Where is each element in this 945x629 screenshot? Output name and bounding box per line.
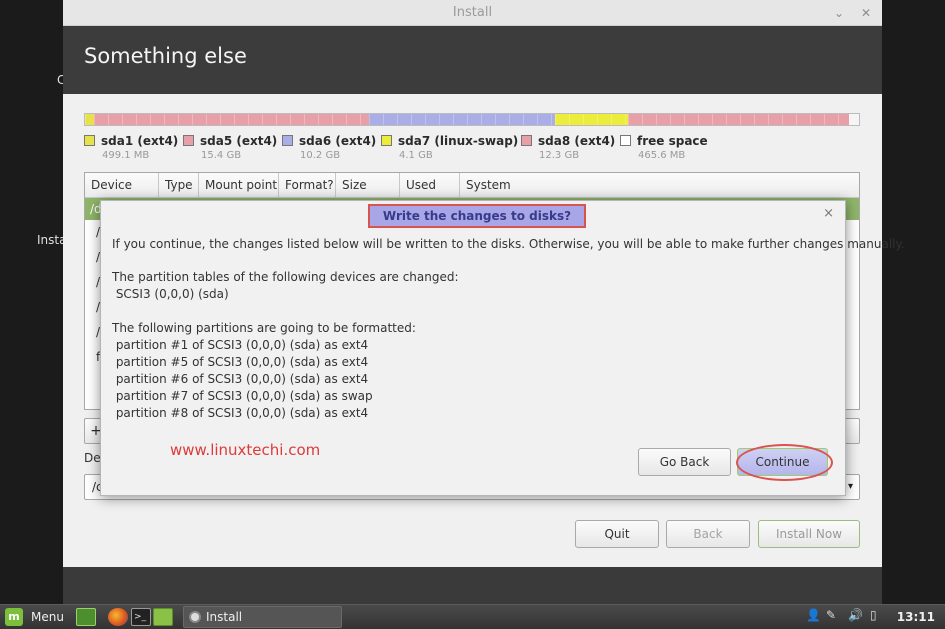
show-desktop-icon[interactable] <box>76 608 96 626</box>
dialog-intro: If you continue, the changes listed belo… <box>112 237 905 251</box>
legend-item: sda1 (ext4) 499.1 MB <box>84 134 183 161</box>
format-item: partition #1 of SCSI3 (0,0,0) (sda) as e… <box>112 338 369 352</box>
volume-icon[interactable]: 🔊 <box>848 608 863 622</box>
legend-swatch <box>381 135 392 146</box>
legend-name: sda7 (linux-swap) <box>398 134 519 148</box>
terminal-icon[interactable]: >_ <box>131 608 151 626</box>
legend-size: 15.4 GB <box>201 150 242 161</box>
menu-button[interactable]: m Menu <box>5 608 64 626</box>
legend-swatch <box>521 135 532 146</box>
legend-item: sda8 (ext4) 12.3 GB <box>521 134 620 161</box>
progress-footer <box>63 567 882 611</box>
install-now-button[interactable]: Install Now <box>758 520 860 548</box>
battery-icon[interactable]: ▯ <box>870 608 877 622</box>
format-item: partition #5 of SCSI3 (0,0,0) (sda) as e… <box>112 355 369 369</box>
taskbar-item-install[interactable]: Install <box>183 606 342 628</box>
legend-size: 4.1 GB <box>399 150 433 161</box>
partition-segment <box>848 114 859 125</box>
table-header: Device Type Mount point Format? Size Use… <box>85 173 859 198</box>
menu-label: Menu <box>31 610 64 624</box>
format-heading: The following partitions are going to be… <box>112 321 416 335</box>
legend-name: sda1 (ext4) <box>101 134 179 148</box>
installer-icon <box>189 611 201 623</box>
legend-name: sda8 (ext4) <box>538 134 616 148</box>
column-mount-point[interactable]: Mount point <box>199 173 279 197</box>
write-changes-dialog: Write the changes to disks? × If you con… <box>100 200 905 496</box>
task-label: Install <box>206 610 243 624</box>
dialog-title: Write the changes to disks? <box>368 204 586 228</box>
tools-icon[interactable]: ✎ <box>826 608 836 622</box>
legend-item: sda7 (linux-swap) 4.1 GB <box>381 134 521 161</box>
partition-segment <box>628 114 849 125</box>
window-titlebar[interactable]: Install ⌄ ✕ <box>63 0 882 26</box>
window-close-icon[interactable]: ✕ <box>861 0 871 26</box>
tables-heading: The partition tables of the following de… <box>112 270 459 284</box>
watermark-text: www.linuxtechi.com <box>170 441 321 459</box>
partition-segment <box>554 114 629 125</box>
taskbar: m Menu >_ Install 👤 ✎ 🔊 ▯ 13:11 <box>0 604 945 629</box>
legend-swatch <box>282 135 293 146</box>
back-button[interactable]: Back <box>666 520 750 548</box>
partition-segment <box>369 114 555 125</box>
files-icon[interactable] <box>153 608 173 626</box>
legend-item: sda5 (ext4) 15.4 GB <box>183 134 282 161</box>
legend-size: 12.3 GB <box>539 150 580 161</box>
minimize-icon[interactable]: ⌄ <box>834 0 844 26</box>
format-item: partition #8 of SCSI3 (0,0,0) (sda) as e… <box>112 406 369 420</box>
go-back-button[interactable]: Go Back <box>638 448 731 476</box>
user-icon[interactable]: 👤 <box>806 608 821 622</box>
continue-button[interactable]: Continue <box>737 448 828 476</box>
legend-name: sda6 (ext4) <box>299 134 377 148</box>
format-item: partition #7 of SCSI3 (0,0,0) (sda) as s… <box>112 389 373 403</box>
column-used[interactable]: Used <box>400 173 460 197</box>
dialog-close-icon[interactable]: × <box>823 206 834 221</box>
legend-size: 499.1 MB <box>102 150 150 161</box>
legend-swatch <box>620 135 631 146</box>
partition-bar <box>84 113 860 126</box>
partition-segment <box>85 114 95 125</box>
legend-name: sda5 (ext4) <box>200 134 278 148</box>
page-title: Something else <box>63 26 882 94</box>
legend-item: free space 465.6 MB <box>620 134 740 161</box>
clock[interactable]: 13:11 <box>897 605 935 629</box>
column-size[interactable]: Size <box>336 173 400 197</box>
legend-size: 10.2 GB <box>300 150 341 161</box>
firefox-icon[interactable] <box>108 608 128 626</box>
boot-loader-device-label: De <box>84 451 101 465</box>
tables-device: SCSI3 (0,0,0) (sda) <box>112 287 229 301</box>
chevron-down-icon: ▾ <box>847 481 853 492</box>
column-device[interactable]: Device <box>85 173 159 197</box>
column-system[interactable]: System <box>460 173 859 197</box>
legend-swatch <box>183 135 194 146</box>
legend-swatch <box>84 135 95 146</box>
quit-button[interactable]: Quit <box>575 520 659 548</box>
legend-size: 465.6 MB <box>638 150 686 161</box>
mint-logo-icon: m <box>5 608 23 626</box>
partition-segment <box>94 114 370 125</box>
column-type[interactable]: Type <box>159 173 199 197</box>
legend-item: sda6 (ext4) 10.2 GB <box>282 134 381 161</box>
window-title: Install <box>452 5 493 20</box>
column-format[interactable]: Format? <box>279 173 336 197</box>
format-item: partition #6 of SCSI3 (0,0,0) (sda) as e… <box>112 372 369 386</box>
partition-legend: sda1 (ext4) 499.1 MB sda5 (ext4) 15.4 GB sda… <box>84 134 740 161</box>
legend-name: free space <box>637 134 708 148</box>
